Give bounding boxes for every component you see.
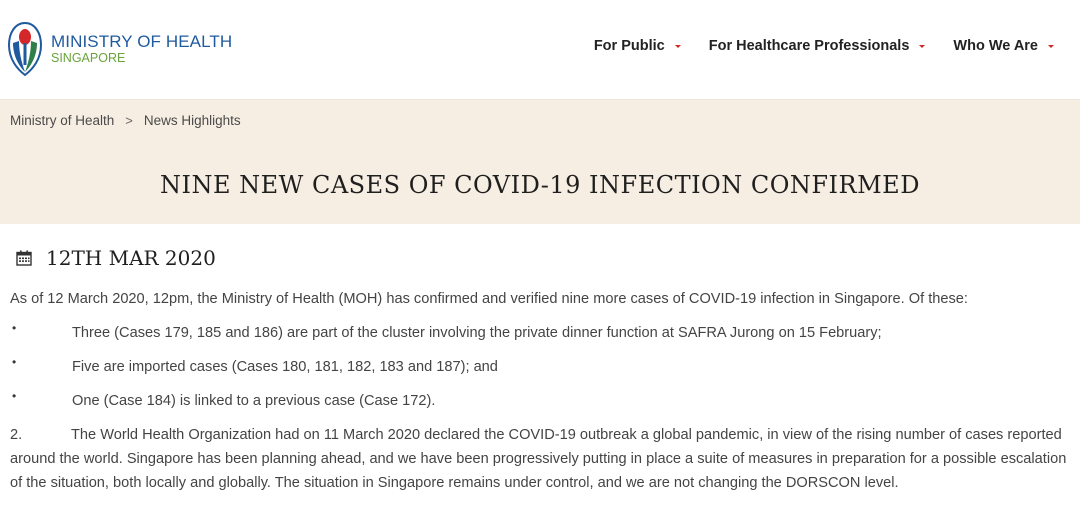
main-nav: For Public For Healthcare Professionals …: [594, 38, 1054, 54]
article-intro: As of 12 March 2020, 12pm, the Ministry …: [10, 291, 968, 307]
breadcrumb-current-link[interactable]: News Highlights: [144, 113, 241, 128]
list-item: • Three (Cases 179, 185 and 186) are par…: [10, 321, 1070, 345]
article-date-row: 12TH MAR 2020: [10, 244, 1070, 272]
nav-label: For Public: [593, 38, 665, 54]
article-content: 12TH MAR 2020 As of 12 March 2020, 12pm,…: [0, 244, 1080, 495]
moh-logo[interactable]: MINISTRY OF HEALTH SINGAPORE: [7, 21, 232, 77]
page-banner: Ministry of Health > News Highlights NIN…: [0, 100, 1080, 224]
nav-label: For Healthcare Professionals: [708, 38, 910, 54]
caret-down-icon: [674, 44, 681, 48]
list-item: • One (Case 184) is linked to a previous…: [10, 389, 1070, 413]
list-item-text: Three (Cases 179, 185 and 186) are part …: [72, 325, 882, 341]
nav-who-we-are[interactable]: Who We Are: [953, 38, 1054, 54]
list-item: • Five are imported cases (Cases 180, 18…: [10, 355, 1070, 379]
nav-for-healthcare-professionals[interactable]: For Healthcare Professionals: [709, 38, 926, 54]
site-header: MINISTRY OF HEALTH SINGAPORE For Public …: [0, 0, 1080, 100]
logo-title: MINISTRY OF HEALTH: [51, 31, 233, 51]
paragraph-number: 2.: [10, 427, 23, 443]
paragraph-text: The World Health Organization had on 11 …: [10, 427, 1067, 491]
bullet-symbol: •: [12, 389, 17, 403]
breadcrumb-home-link[interactable]: Ministry of Health: [10, 113, 114, 128]
nav-label: Who We Are: [953, 38, 1038, 54]
article-paragraph-2: 2. The World Health Organization had on 1…: [10, 423, 1070, 495]
calendar-icon: [16, 250, 32, 266]
page-title: NINE NEW CASES OF COVID-19 INFECTION CON…: [160, 171, 920, 200]
caret-down-icon: [919, 44, 926, 48]
caret-down-icon: [1048, 44, 1054, 48]
article-date: 12TH MAR 2020: [46, 246, 216, 270]
nav-for-public[interactable]: For Public: [594, 38, 681, 54]
breadcrumb: Ministry of Health > News Highlights: [10, 113, 241, 128]
moh-logo-icon: [7, 21, 43, 77]
bullet-symbol: •: [12, 321, 17, 335]
logo-subtitle: SINGAPORE: [51, 51, 126, 66]
list-item-text: Five are imported cases (Cases 180, 181,…: [72, 359, 498, 375]
list-item-text: One (Case 184) is linked to a previous c…: [72, 393, 436, 409]
breadcrumb-separator: >: [125, 113, 133, 128]
bullet-symbol: •: [12, 355, 17, 369]
